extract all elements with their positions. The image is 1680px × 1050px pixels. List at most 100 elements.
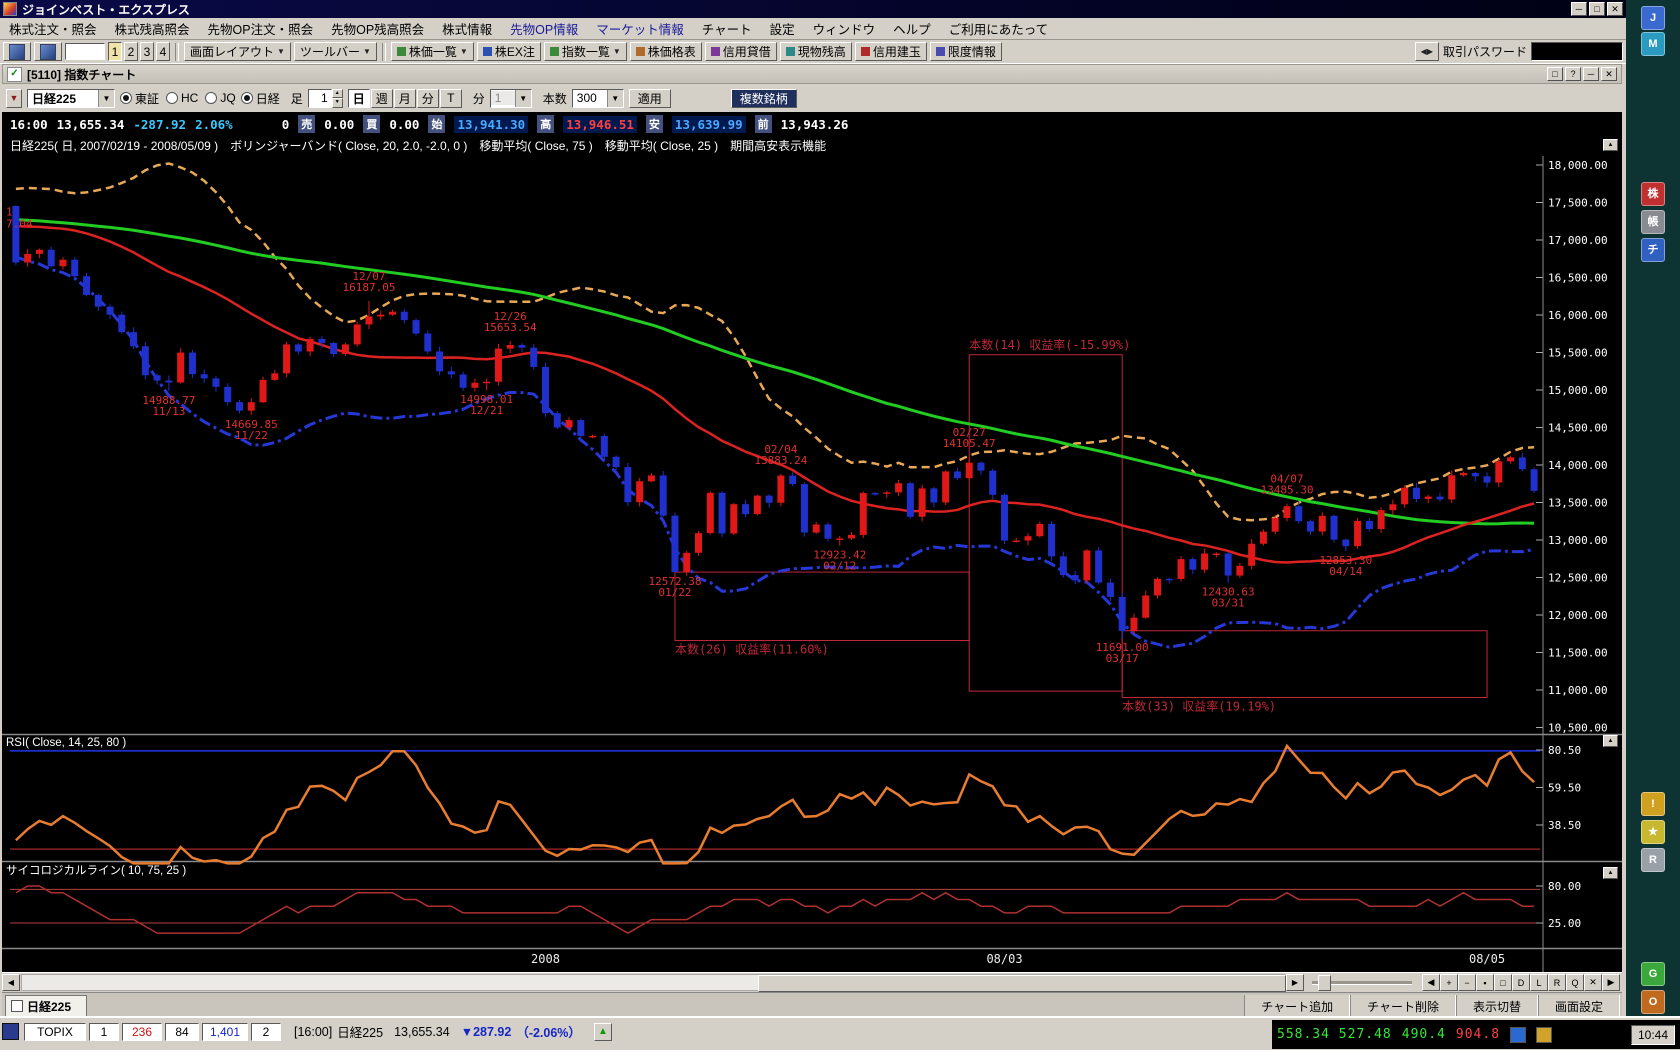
desktop-icon[interactable]: G (1641, 962, 1665, 986)
child-help-button[interactable]: ? (1565, 67, 1581, 81)
maximize-button[interactable]: □ (1589, 2, 1605, 16)
tab-nikkei225[interactable]: 日経225 (5, 995, 87, 1016)
period-button-T[interactable]: T (440, 89, 462, 108)
tab-checkbox[interactable] (11, 1000, 23, 1012)
chart-action-button[interactable]: チャート削除 (1350, 995, 1456, 1016)
scrollbar-thumb[interactable] (758, 975, 1286, 992)
chart-tool-button[interactable]: ✕ (1584, 974, 1602, 991)
child-restore-button[interactable]: □ (1547, 67, 1563, 81)
psych-panel-scroll-up-icon[interactable]: ▲ (1603, 867, 1618, 879)
chart-tool-button[interactable]: + (1440, 974, 1458, 991)
status-field[interactable]: 2 (251, 1023, 281, 1041)
scrollbar-track[interactable] (21, 974, 1285, 991)
price-panel-scroll-up-icon[interactable]: ▲ (1603, 139, 1618, 151)
tray-icon-2[interactable] (1536, 1027, 1552, 1043)
menu-item[interactable]: 株式注文・照会 (0, 16, 106, 41)
toolbar-button[interactable]: 指数一覧▼ (544, 42, 627, 61)
status-field[interactable]: 84 (165, 1023, 199, 1041)
window-icon-button-2[interactable] (34, 42, 62, 61)
bars-combo[interactable]: 300 ▼ (572, 89, 624, 108)
layout-button-4[interactable]: 4 (156, 42, 170, 61)
desktop-icon[interactable]: 帳 (1641, 210, 1665, 234)
scroll-right-icon[interactable]: ▶ (1286, 974, 1304, 991)
minute-combo[interactable]: 1 ▼ (490, 89, 532, 108)
password-input[interactable] (1531, 42, 1623, 61)
toolbar-dropdown[interactable]: 画面レイアウト▼ (184, 42, 291, 61)
menu-item[interactable]: 株式残高照会 (106, 16, 199, 41)
market-radio[interactable]: HC (166, 90, 198, 107)
close-button[interactable]: ✕ (1607, 2, 1623, 16)
chart-tool-button[interactable]: L (1530, 974, 1548, 991)
spinner-arrows[interactable]: ▲▼ (332, 89, 343, 108)
price-chart[interactable]: 18,000.0017,500.0017,000.0016,500.0016,0… (2, 136, 1622, 972)
chart-tool-button[interactable]: □ (1494, 974, 1512, 991)
spin-down-icon[interactable]: ▼ (332, 98, 343, 108)
desktop-icon[interactable]: J (1641, 6, 1665, 30)
tray-icon-1[interactable] (1510, 1027, 1526, 1043)
period-button-週[interactable]: 週 (371, 89, 393, 108)
rsi-panel-scroll-up-icon[interactable]: ▲ (1603, 735, 1618, 747)
menu-item[interactable]: 設定 (761, 16, 804, 41)
desktop-icon[interactable]: R (1641, 848, 1665, 872)
index-radio[interactable]: 日経 (241, 90, 280, 107)
status-field[interactable]: 236 (122, 1023, 162, 1041)
multi-symbol-button[interactable]: 複数銘柄 (731, 89, 797, 108)
window-icon-button-1[interactable] (3, 42, 31, 61)
chart-tool-button[interactable]: D (1512, 974, 1530, 991)
market-radio[interactable]: JQ (205, 90, 235, 107)
apply-button[interactable]: 適用 (629, 89, 671, 108)
toolbar-button[interactable]: 株価格表 (630, 42, 702, 61)
minimize-button[interactable]: ─ (1571, 2, 1587, 16)
status-icon[interactable] (2, 1023, 19, 1040)
symbol-combo[interactable]: 日経225 ▼ (27, 89, 115, 108)
menu-item[interactable]: チャート (693, 16, 761, 41)
toolbar-button[interactable]: 信用建玉 (855, 42, 927, 61)
menu-item[interactable]: 先物OP注文・照会 (199, 16, 323, 41)
toolbar-button[interactable]: 株EX注 (477, 42, 541, 61)
layout-button-2[interactable]: 2 (124, 42, 138, 61)
toolbar-button[interactable]: 現物残高 (780, 42, 852, 61)
child-minimize-button[interactable]: ─ (1583, 67, 1599, 81)
menu-item[interactable]: ウィンドウ (804, 16, 885, 41)
desktop-icon[interactable]: O (1641, 990, 1665, 1014)
toolbar-button[interactable]: 株価一覧▼ (391, 42, 474, 61)
toolbar-button[interactable]: 信用貸借 (705, 42, 777, 61)
desktop-icon[interactable]: ★ (1641, 820, 1665, 844)
chart-tool-button[interactable]: ◀ (1422, 974, 1440, 991)
market-radio[interactable]: 東証 (120, 90, 159, 107)
desktop-icon[interactable]: 株 (1641, 182, 1665, 206)
chart-action-button[interactable]: 画面設定 (1538, 995, 1620, 1016)
chart-tool-button[interactable]: Q (1566, 974, 1584, 991)
menu-item[interactable]: ご利用にあたって (940, 16, 1057, 41)
toolbar-dropdown[interactable]: ツールバー▼ (294, 42, 377, 61)
chart-tool-button[interactable]: ▶ (1602, 974, 1620, 991)
child-window-titlebar[interactable]: ✓ [5110] 指数チャート □?─✕ (2, 64, 1622, 84)
spin-up-icon[interactable]: ▲ (332, 89, 343, 99)
chart-tool-button[interactable]: ▪ (1476, 974, 1494, 991)
bar-count-spinner[interactable]: 1 ▲▼ (308, 89, 343, 108)
symbol-history-dropdown-button[interactable]: ▼ (6, 89, 22, 108)
menu-item[interactable]: マーケット情報 (587, 16, 693, 41)
layout-button-3[interactable]: 3 (140, 42, 154, 61)
menu-item[interactable]: 先物OP残高照会 (322, 16, 433, 41)
zoom-slider[interactable] (1312, 981, 1412, 985)
status-field[interactable]: TOPIX (24, 1023, 86, 1041)
menu-item[interactable]: 株式情報 (433, 16, 501, 41)
desktop-icon[interactable]: ! (1641, 792, 1665, 816)
menu-item[interactable]: 先物OP情報 (501, 16, 587, 41)
status-field[interactable]: 1,401 (202, 1023, 248, 1041)
period-button-日[interactable]: 日 (348, 89, 370, 108)
layout-name-field[interactable] (65, 43, 105, 60)
chart-action-button[interactable]: 表示切替 (1456, 995, 1538, 1016)
chart-tool-button[interactable]: R (1548, 974, 1566, 991)
child-close-button[interactable]: ✕ (1601, 67, 1617, 81)
desktop-icon[interactable]: チ (1641, 238, 1665, 262)
menu-item[interactable]: ヘルプ (884, 16, 940, 41)
desktop-icon[interactable]: M (1641, 32, 1665, 56)
layout-button-1[interactable]: 1 (108, 42, 122, 61)
status-field[interactable]: 1 (89, 1023, 119, 1041)
zoom-slider-thumb[interactable] (1318, 975, 1331, 991)
period-button-分[interactable]: 分 (417, 89, 439, 108)
scroll-left-icon[interactable]: ◀ (2, 974, 20, 991)
password-toggle-button[interactable]: ◀▶ (1415, 42, 1439, 61)
